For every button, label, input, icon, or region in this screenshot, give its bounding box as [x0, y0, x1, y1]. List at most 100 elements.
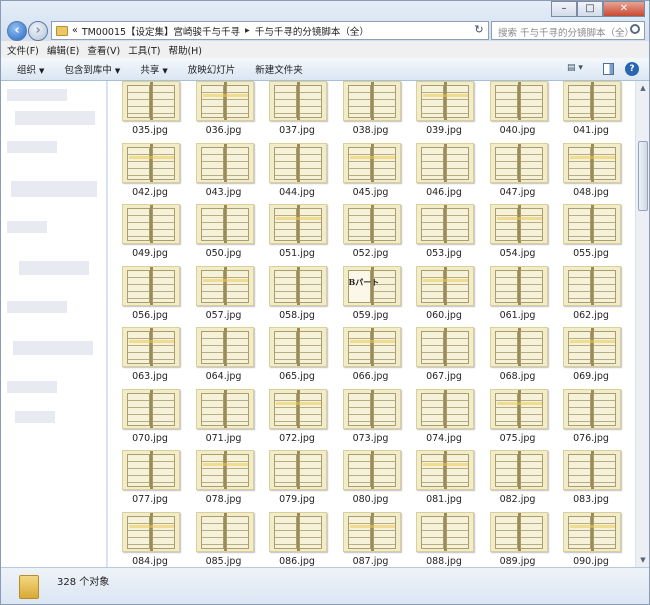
file-item[interactable]: 074.jpg	[408, 388, 480, 451]
file-thumbnail[interactable]	[122, 388, 180, 429]
help-button[interactable]: ?	[625, 62, 639, 76]
file-thumbnail[interactable]	[563, 265, 621, 306]
file-item[interactable]: 036.jpg	[188, 81, 260, 143]
file-thumbnail[interactable]	[416, 142, 474, 183]
file-thumbnail[interactable]	[269, 511, 327, 552]
file-thumbnail[interactable]	[342, 327, 401, 367]
file-thumbnail[interactable]	[342, 204, 401, 244]
file-thumbnail[interactable]	[122, 204, 180, 244]
file-thumbnail[interactable]	[489, 388, 548, 429]
file-item[interactable]: 053.jpg	[408, 204, 480, 266]
file-thumbnail[interactable]	[342, 388, 401, 429]
file-thumbnail[interactable]	[416, 204, 474, 244]
file-item[interactable]: 077.jpg	[114, 450, 186, 512]
file-thumbnail[interactable]	[342, 81, 401, 121]
file-item[interactable]: 044.jpg	[261, 142, 333, 205]
file-item[interactable]: 060.jpg	[408, 265, 480, 328]
file-item[interactable]: 049.jpg	[114, 204, 186, 266]
file-item[interactable]: 062.jpg	[555, 265, 627, 328]
breadcrumb-item-current[interactable]: 千与千寻的分镜脚本（全）	[255, 24, 369, 38]
file-item[interactable]: 087.jpg	[335, 511, 407, 568]
file-item[interactable]: 046.jpg	[408, 142, 480, 205]
file-item[interactable]: 052.jpg	[335, 204, 407, 266]
organize-button[interactable]: 组织 ▼	[17, 62, 44, 76]
file-item[interactable]: 072.jpg	[261, 388, 333, 451]
file-item[interactable]: 054.jpg	[482, 204, 554, 266]
slideshow-button[interactable]: 放映幻灯片	[188, 62, 236, 76]
nav-item-blurred[interactable]	[7, 221, 47, 233]
file-item[interactable]: 050.jpg	[188, 204, 260, 266]
file-thumbnail[interactable]	[122, 327, 180, 367]
file-thumbnail[interactable]	[489, 511, 548, 552]
file-item[interactable]: 071.jpg	[188, 388, 260, 451]
search-input[interactable]: 搜索 千与千寻的分镜脚本（全）	[491, 21, 645, 40]
file-item[interactable]: 090.jpg	[555, 511, 627, 568]
file-thumbnail[interactable]	[195, 511, 254, 552]
file-thumbnail[interactable]	[269, 204, 327, 244]
file-thumbnail[interactable]	[195, 204, 254, 244]
preview-pane-button[interactable]	[603, 63, 614, 75]
file-item[interactable]: 088.jpg	[408, 511, 480, 568]
change-view-button[interactable]: ▤ ▾	[567, 63, 591, 77]
breadcrumb-item-parent[interactable]: TM00015【设定集】宫崎骏千与千寻	[82, 24, 240, 38]
file-thumbnail[interactable]	[269, 265, 327, 306]
minimize-button[interactable]: –	[551, 1, 577, 17]
nav-item-blurred[interactable]	[7, 89, 67, 101]
file-thumbnail[interactable]: Bパート	[342, 265, 401, 306]
file-item[interactable]: 045.jpg	[335, 142, 407, 205]
file-item[interactable]: 082.jpg	[482, 450, 554, 512]
file-thumbnail[interactable]	[416, 388, 474, 429]
file-item[interactable]: 080.jpg	[335, 450, 407, 512]
file-item[interactable]: 085.jpg	[188, 511, 260, 568]
file-item[interactable]: 076.jpg	[555, 388, 627, 451]
file-thumbnail[interactable]	[122, 511, 180, 552]
file-item[interactable]: 070.jpg	[114, 388, 186, 451]
file-thumbnail[interactable]	[195, 388, 254, 429]
nav-item-blurred[interactable]	[7, 301, 67, 313]
file-item[interactable]: 047.jpg	[482, 142, 554, 205]
file-item[interactable]: 056.jpg	[114, 265, 186, 328]
file-item[interactable]: 075.jpg	[482, 388, 554, 451]
file-thumbnail[interactable]	[489, 142, 548, 183]
file-item[interactable]: 038.jpg	[335, 81, 407, 143]
navigation-pane[interactable]	[1, 81, 107, 567]
vertical-scrollbar[interactable]: ▲ ▼	[635, 81, 649, 567]
nav-item-blurred[interactable]	[15, 111, 95, 125]
menu-help[interactable]: 帮助(H)	[168, 43, 202, 57]
file-thumbnail[interactable]	[416, 450, 474, 490]
file-item[interactable]: 067.jpg	[408, 327, 480, 389]
file-thumbnail[interactable]	[269, 142, 327, 183]
breadcrumb-prefix[interactable]: «	[72, 25, 78, 36]
file-thumbnail[interactable]	[269, 450, 327, 490]
file-item[interactable]: 057.jpg	[188, 265, 260, 328]
file-thumbnail[interactable]	[489, 450, 548, 490]
file-item[interactable]: 064.jpg	[188, 327, 260, 389]
file-thumbnail[interactable]	[342, 450, 401, 490]
file-item[interactable]: 073.jpg	[335, 388, 407, 451]
maximize-button[interactable]: □	[577, 1, 603, 17]
forward-button[interactable]: ›	[28, 21, 48, 41]
refresh-button[interactable]: ↻	[471, 22, 487, 38]
scrollbar-thumb[interactable]	[638, 141, 648, 211]
nav-item-blurred[interactable]	[13, 341, 93, 355]
file-thumbnail[interactable]	[489, 327, 548, 367]
file-thumbnail[interactable]	[563, 204, 621, 244]
file-thumbnail[interactable]	[122, 142, 180, 183]
file-grid[interactable]: 035.jpg 036.jpg 037.jpg 038.jpg 039.jpg 040.j…	[108, 81, 635, 567]
file-item[interactable]: 069.jpg	[555, 327, 627, 389]
nav-item-blurred[interactable]	[19, 261, 89, 275]
file-item[interactable]: 037.jpg	[261, 81, 333, 143]
file-item[interactable]: 065.jpg	[261, 327, 333, 389]
file-item[interactable]: 084.jpg	[114, 511, 186, 568]
file-item[interactable]: 051.jpg	[261, 204, 333, 266]
scroll-down-icon[interactable]: ▼	[637, 554, 649, 566]
file-thumbnail[interactable]	[342, 142, 401, 183]
menu-view[interactable]: 查看(V)	[87, 43, 120, 57]
file-thumbnail[interactable]	[489, 265, 548, 306]
file-item[interactable]: 061.jpg	[482, 265, 554, 328]
nav-item-blurred[interactable]	[15, 411, 55, 423]
file-thumbnail[interactable]	[122, 450, 180, 490]
file-item[interactable]: 039.jpg	[408, 81, 480, 143]
nav-item-blurred[interactable]	[11, 181, 97, 197]
file-thumbnail[interactable]	[269, 81, 327, 121]
